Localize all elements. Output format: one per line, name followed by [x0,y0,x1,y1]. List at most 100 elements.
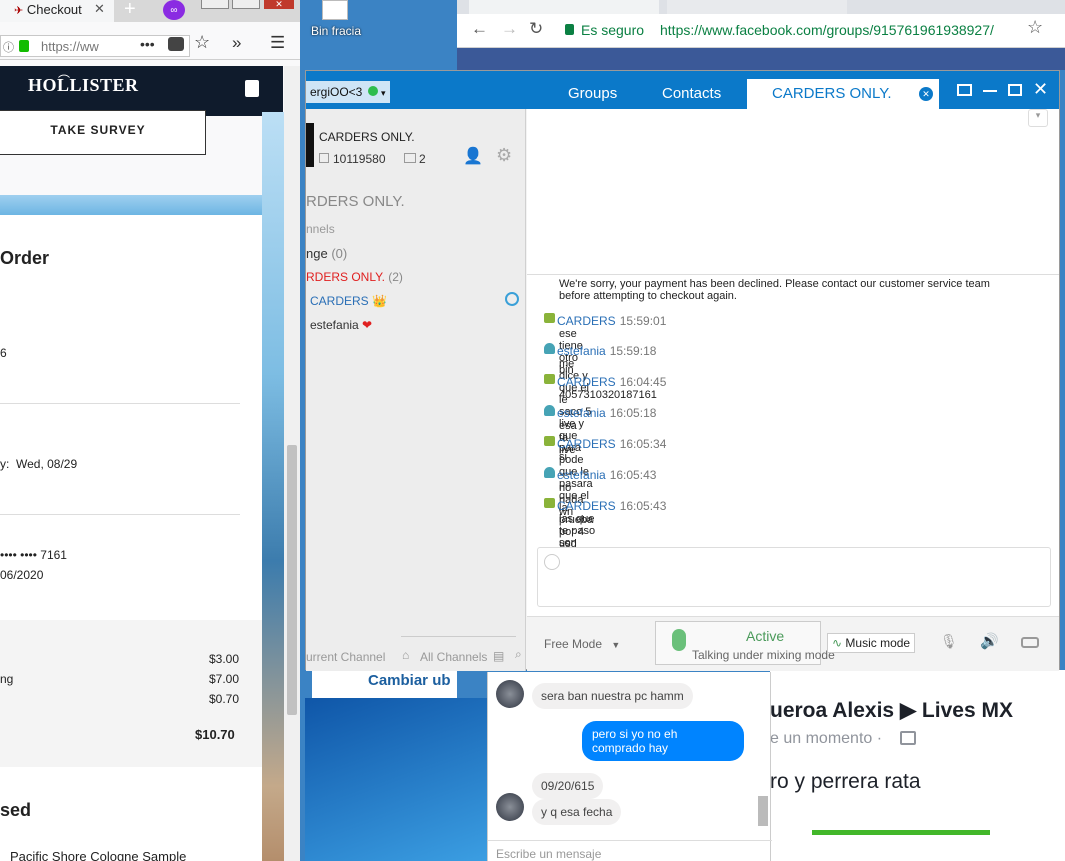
sender-name[interactable]: estefania [557,406,606,420]
secure-lock-icon [565,24,574,35]
chrome-address-row: ← → ↻ Es seguro https://www.facebook.com… [457,14,1065,48]
message-text: si [559,451,567,463]
restore-window-icon[interactable] [232,0,260,9]
add-user-icon[interactable]: 👤 [463,146,483,166]
close-icon[interactable]: ✕ [1033,79,1048,100]
gear-icon[interactable]: ⚙ [496,145,512,166]
all-channels-tab[interactable]: All Channels [420,650,487,664]
message-header: estefania 15:59:18 [557,345,656,358]
cambiar-link[interactable]: Cambiar ub [368,672,451,689]
pocket-icon[interactable] [168,37,184,51]
channel-item-active[interactable]: RDERS ONLY. (2) [306,270,403,284]
list-icon[interactable]: ▤ [493,649,504,663]
sender-name[interactable]: CARDERS [557,375,616,389]
overflow-chevron-icon[interactable]: » [232,33,241,53]
server-id: 10119580 [333,152,386,166]
channel-header: RDERS ONLY. [306,193,405,210]
user-nickname[interactable]: ergiOO<3 ▾ [306,81,390,103]
maximize-icon[interactable] [1008,84,1022,96]
bookmark-star-icon[interactable]: ☆ [1027,17,1043,38]
minimize-window-icon[interactable] [201,0,229,9]
channel-count: (2) [388,270,403,284]
chevron-down-icon[interactable]: ▾ [1028,109,1048,127]
desktop-wallpaper [305,698,487,861]
order-heading: Order [0,248,50,268]
sender-name[interactable]: estefania [557,344,606,358]
shipping-price: $7.00 [209,672,240,686]
close-tab-icon[interactable]: ✕ [919,87,933,101]
beach-background [262,112,284,861]
talk-button[interactable]: Active Talking under mixing mode [655,621,835,665]
avatar[interactable] [496,680,524,708]
channel-sidebar: CARDERS ONLY. 10119580 2 👤 ⚙ RDERS ONLY.… [306,109,526,671]
users-icon [404,153,416,163]
reload-icon[interactable]: ↻ [529,19,543,39]
id-icon [319,153,329,163]
tab-carders-only[interactable]: CARDERS ONLY. ✕ [747,79,939,109]
sender-name[interactable]: estefania [557,468,606,482]
take-survey-button[interactable]: TAKE SURVEY [0,110,206,155]
talk-sub: Talking under mixing mode [692,648,835,662]
close-tab-icon[interactable]: ✕ [94,1,105,17]
chevron-down-icon[interactable]: ▾ [381,88,386,98]
chrome-url[interactable]: https://www.facebook.com/groups/91576196… [660,22,994,38]
member-item[interactable]: estefania ❤ [310,318,372,332]
close-window-icon[interactable]: ✕ [264,0,294,9]
talk-status: Active [746,628,785,644]
voicemail-icon[interactable] [1021,637,1039,648]
crown-icon [544,313,555,323]
message-input[interactable]: Escribe un mensaje [488,840,772,861]
speaker-icon[interactable]: 🔊 [980,632,999,650]
free-mode-select[interactable]: Free Mode ▼ [544,637,620,651]
back-arrow-icon[interactable]: ← [471,19,488,39]
emoji-icon[interactable] [544,554,560,570]
music-mode-button[interactable]: ∿ Music mode [827,633,916,653]
waveform-icon: ∿ [832,636,843,650]
sender-name[interactable]: CARDERS [557,499,616,513]
hollister-logo[interactable]: HOLLISTER [28,75,139,96]
order-fragment: 6 [0,346,7,360]
shipping-label: ng [0,672,14,686]
microphone-icon [672,629,686,651]
info-icon[interactable]: ⓘ [3,39,14,55]
tab-checkout[interactable]: ✈ Checkout ✕ [0,0,114,22]
firefox-url-text: https://ww [41,39,99,54]
order-panel: Order 6 y: Wed, 08/29 •••• •••• 7161 06/… [0,215,262,620]
system-message-text: We're sorry, your payment has been decli… [559,278,990,302]
current-channel-tab[interactable]: urrent Channel [306,650,385,664]
facebook-post-title[interactable]: ueroa Alexis ▶ Lives MX [770,698,1013,723]
tab-youtube[interactable] [667,0,847,14]
member-name: estefania [310,318,359,332]
message-time: 15:59:18 [609,344,657,358]
tab-groups[interactable]: Groups [568,85,617,102]
firefox-url-bar[interactable]: ⓘ https://ww [0,35,190,57]
page-actions-icon[interactable]: ••• [140,36,155,52]
minimize-icon[interactable] [983,90,997,92]
messenger-scrollbar[interactable] [758,796,768,826]
window-menu-icon[interactable] [957,84,972,96]
avatar[interactable] [496,793,524,821]
channel-count: (0) [331,246,348,261]
member-item[interactable]: CARDERS 👑 [310,294,387,308]
sender-name[interactable]: CARDERS [557,314,616,328]
chat-input[interactable] [537,547,1051,607]
firefox-navbar: ⓘ https://ww ••• ☆ » ☰ [0,30,300,60]
search-icon[interactable]: ⌕ [515,647,522,662]
new-tab-icon[interactable]: + [124,0,136,21]
sender-name[interactable]: CARDERS [557,437,616,451]
user-icon [544,343,555,354]
bookmark-star-icon[interactable]: ☆ [194,32,210,53]
tab-contacts[interactable]: Contacts [662,85,721,102]
channel-item[interactable]: nge (0) [306,246,347,261]
card-expiry: 06/2020 [0,568,44,582]
tab-facebook[interactable] [469,0,659,14]
mic-settings-icon[interactable]: 🎙 [940,633,958,650]
scrollbar-thumb[interactable] [287,445,297,715]
shopping-bag-icon[interactable] [245,80,259,97]
menu-hamburger-icon[interactable]: ☰ [270,33,285,53]
desktop-icon-label[interactable]: Bin fracia [311,24,361,38]
product-name: Pacific Shore Cologne Sample [10,849,187,861]
totals-panel: $3.00 ng $7.00 $0.70 $10.70 [0,620,262,767]
chat-top-area [527,109,1059,275]
forward-arrow-icon[interactable]: → [501,19,518,39]
